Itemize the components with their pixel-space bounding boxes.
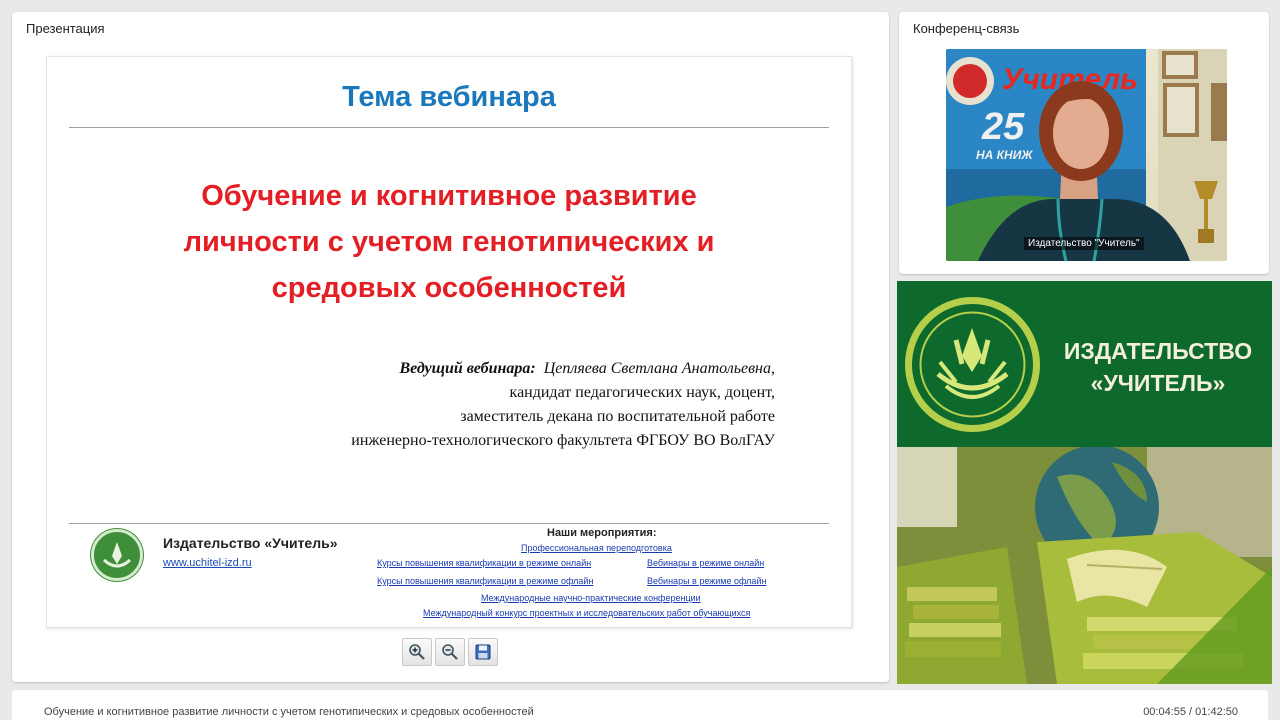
publisher-banner-title: ИЗДАТЕЛЬСТВО «УЧИТЕЛЬ» (1053, 335, 1263, 399)
participant-name-label: Издательство "Учитель" (1024, 237, 1144, 250)
presenter-position: заместитель декана по воспитательной раб… (460, 408, 775, 425)
slide-topic-line: личности с учетом генотипических и (183, 226, 715, 258)
zoom-out-icon (442, 644, 458, 660)
presentation-panel-title: Презентация (26, 21, 105, 36)
presentation-panel: Презентация Тема вебинара Обучение и ког… (12, 12, 889, 682)
webcam-scene: Учитель 25 НА КНИЖ (946, 49, 1227, 261)
publisher-banner-header: ИЗДАТЕЛЬСТВО «УЧИТЕЛЬ» (897, 281, 1272, 447)
event-link[interactable]: Международный конкурс проектных и исслед… (423, 608, 750, 618)
slide-heading: Тема вебинара (342, 81, 556, 113)
zoom-in-button[interactable] (402, 638, 432, 666)
presenter-label: Ведущий вебинара (399, 360, 531, 377)
events-title: Наши мероприятия: (547, 527, 657, 539)
save-button[interactable] (468, 638, 498, 666)
publisher-url-link[interactable]: www.uchitel-izd.ru (163, 557, 252, 569)
publisher-logo-icon (91, 529, 143, 581)
publisher-banner-title-line: «УЧИТЕЛЬ» (1090, 370, 1226, 396)
save-icon (475, 644, 491, 660)
banner-sub: НА КНИЖ (976, 148, 1033, 162)
presenter-faculty: инженерно-технологического факультета ФГ… (351, 432, 775, 449)
playback-time: 00:04:55 / 01:42:50 (1143, 706, 1238, 718)
zoom-in-icon (409, 644, 425, 660)
footer-bar: Обучение и когнитивное развитие личности… (12, 690, 1268, 720)
webcam-video[interactable]: Учитель 25 НА КНИЖ Издательство "Учитель… (946, 49, 1227, 261)
zoom-out-button[interactable] (435, 638, 465, 666)
conference-panel: Конференц-связь Учитель 25 НА КНИЖ Издат… (899, 12, 1269, 274)
slide-topic-line: средовых особенностей (271, 272, 627, 304)
slide-topic: Обучение и когнитивное развитие личности… (107, 173, 791, 311)
slide-topic-line: Обучение и когнитивное развитие (201, 180, 697, 212)
publisher-banner: ИЗДАТЕЛЬСТВО «УЧИТЕЛЬ» (897, 281, 1272, 684)
publisher-banner-title-line: ИЗДАТЕЛЬСТВО (1063, 338, 1253, 364)
presenter-name: Цепляева Светлана Анатольевна, (543, 360, 775, 377)
publisher-name: Издательство «Учитель» (163, 535, 338, 551)
event-link[interactable]: Вебинары в режиме онлайн (647, 558, 764, 568)
webinar-title: Обучение и когнитивное развитие личности… (44, 706, 534, 718)
conference-panel-title: Конференц-связь (913, 21, 1020, 36)
event-link[interactable]: Профессиональная переподготовка (521, 543, 672, 553)
slide-toolbar (402, 638, 498, 666)
event-link[interactable]: Курсы повышения квалификации в режиме оф… (377, 576, 593, 586)
books-globe-image (897, 447, 1272, 684)
slide-divider-bottom (69, 523, 829, 524)
presentation-slide: Тема вебинара Обучение и когнитивное раз… (46, 56, 852, 628)
presenter-degree: кандидат педагогических наук, доцент, (509, 384, 775, 401)
publisher-emblem-icon (905, 297, 1040, 432)
banner-number: 25 (981, 106, 1025, 148)
presenter-info: Ведущий вебинара: Цепляева Светлана Анат… (155, 357, 775, 453)
event-link[interactable]: Вебинары в режиме офлайн (647, 576, 766, 586)
event-link[interactable]: Курсы повышения квалификации в режиме он… (377, 558, 591, 568)
event-link[interactable]: Международные научно-практические конфер… (481, 593, 701, 603)
slide-divider-top (69, 127, 829, 128)
